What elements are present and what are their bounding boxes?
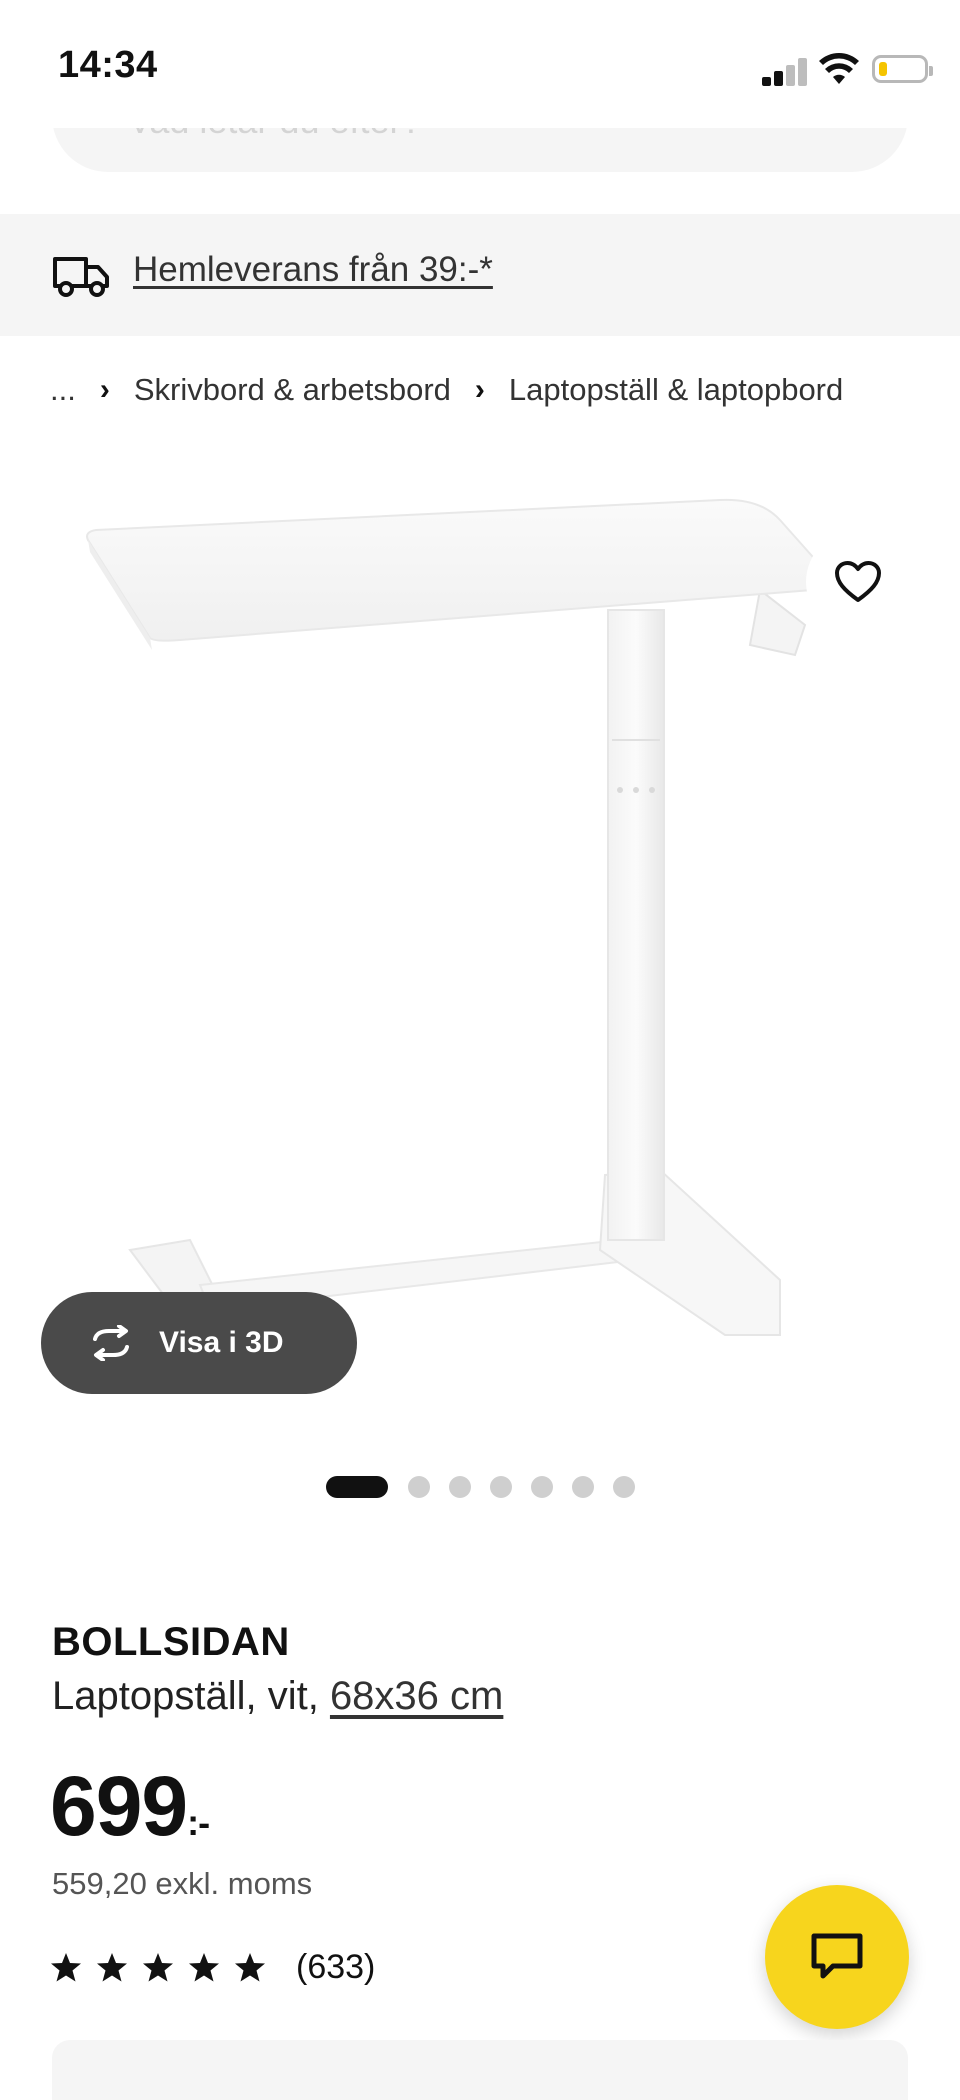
rating-count: (633) bbox=[296, 1948, 376, 1986]
signal-icon bbox=[762, 58, 807, 86]
heart-icon bbox=[835, 561, 881, 602]
star-icon bbox=[51, 1953, 81, 1982]
product-type: Laptopställ, vit, bbox=[52, 1674, 330, 1718]
carousel-dot-active[interactable] bbox=[326, 1476, 388, 1498]
delivery-banner[interactable]: Hemleverans från 39:-* bbox=[0, 214, 960, 336]
chevron-right-icon: › bbox=[474, 373, 485, 406]
battery-icon bbox=[872, 55, 933, 83]
star-icon bbox=[189, 1953, 219, 1982]
chat-button[interactable] bbox=[765, 1885, 909, 2029]
price-suffix: :- bbox=[187, 1802, 210, 1843]
carousel-dot[interactable] bbox=[490, 1476, 512, 1498]
breadcrumb: ... › Skrivbord & arbetsbord › Laptopstä… bbox=[50, 372, 843, 408]
breadcrumb-item-desks[interactable]: Skrivbord & arbetsbord bbox=[134, 372, 451, 408]
wifi-icon bbox=[819, 53, 859, 84]
rating-stars bbox=[50, 1952, 266, 1983]
breadcrumb-ellipsis[interactable]: ... bbox=[50, 372, 76, 408]
carousel-dot[interactable] bbox=[449, 1476, 471, 1498]
product-rating[interactable]: (633) bbox=[50, 1948, 375, 1987]
chevron-right-icon: › bbox=[99, 373, 110, 406]
bottom-card bbox=[52, 2040, 908, 2100]
carousel-dot[interactable] bbox=[613, 1476, 635, 1498]
carousel-dot[interactable] bbox=[531, 1476, 553, 1498]
view-in-3d-label: Visa i 3D bbox=[159, 1326, 284, 1359]
carousel-pagination bbox=[326, 1476, 654, 1498]
carousel-dot[interactable] bbox=[408, 1476, 430, 1498]
product-size-link[interactable]: 68x36 cm bbox=[330, 1674, 503, 1718]
status-time: 14:34 bbox=[58, 44, 158, 86]
chat-bubble-icon bbox=[811, 1933, 863, 1979]
carousel-dot[interactable] bbox=[572, 1476, 594, 1498]
product-name: BOLLSIDAN bbox=[52, 1620, 290, 1664]
star-icon bbox=[235, 1953, 265, 1982]
favorite-button[interactable] bbox=[806, 530, 910, 634]
truck-icon bbox=[53, 257, 109, 297]
price-excl-vat: 559,20 exkl. moms bbox=[52, 1866, 313, 1901]
star-icon bbox=[97, 1953, 127, 1982]
product-description: Laptopställ, vit, 68x36 cm bbox=[52, 1674, 503, 1719]
breadcrumb-item-laptop-stands[interactable]: Laptopställ & laptopbord bbox=[509, 372, 843, 408]
view-in-3d-button[interactable]: Visa i 3D bbox=[41, 1292, 357, 1394]
product-price: 699:- bbox=[50, 1758, 210, 1855]
delivery-link[interactable]: Hemleverans från 39:-* bbox=[133, 250, 493, 290]
rotate-3d-icon bbox=[93, 1325, 129, 1361]
price-value: 699 bbox=[50, 1759, 188, 1853]
star-icon bbox=[143, 1953, 173, 1982]
